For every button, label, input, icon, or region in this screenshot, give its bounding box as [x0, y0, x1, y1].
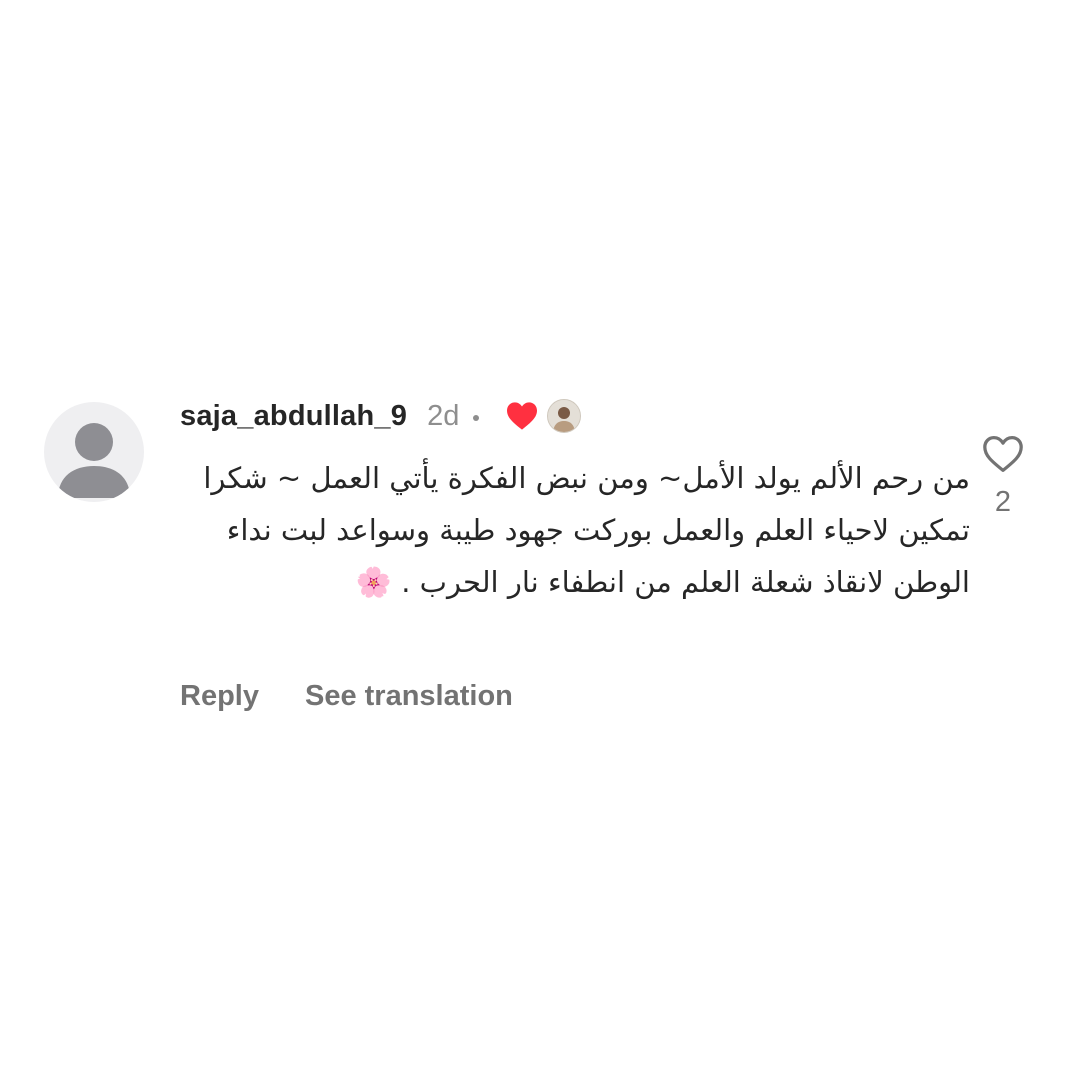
like-column: 2 — [980, 434, 1026, 519]
person-icon — [548, 400, 581, 432]
username[interactable]: saja_abdullah_9 — [180, 400, 407, 433]
comment-text: من رحم الألم يولد الأمل~ ومن نبض الفكرة … — [203, 461, 970, 599]
separator-dot — [473, 415, 480, 421]
reply-button[interactable]: Reply — [180, 680, 259, 713]
like-count: 2 — [994, 486, 1012, 518]
timestamp: 2d — [427, 399, 460, 432]
comment: saja_abdullah_9 2d من رحم الألم يولد الأ… — [44, 394, 1044, 734]
comment-header: saja_abdullah_9 2d — [180, 394, 582, 438]
comment-actions: Reply See translation — [180, 680, 513, 713]
see-translation-button[interactable]: See translation — [305, 680, 513, 713]
filled-heart-icon — [507, 402, 538, 430]
creator-avatar — [547, 399, 582, 433]
heart-outline-icon[interactable] — [981, 434, 1025, 474]
commenter-avatar[interactable] — [44, 402, 144, 502]
default-avatar-icon — [58, 423, 130, 498]
page: saja_abdullah_9 2d من رحم الألم يولد الأ… — [0, 0, 1080, 1080]
